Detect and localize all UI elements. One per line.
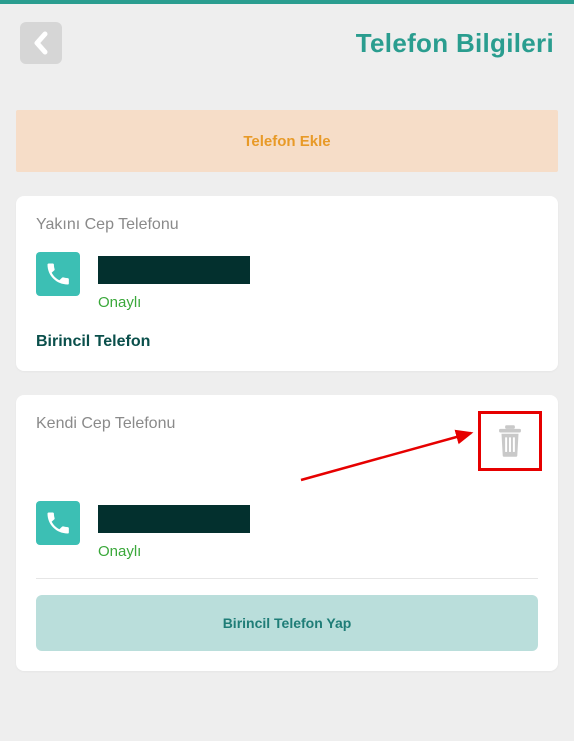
chevron-left-icon	[32, 31, 50, 55]
phone-number-redacted	[98, 256, 250, 284]
phone-info: Onaylı	[98, 252, 250, 311]
trash-icon	[495, 424, 525, 458]
back-button[interactable]	[20, 22, 62, 64]
make-primary-button[interactable]: Birincil Telefon Yap	[36, 595, 538, 651]
phone-icon	[36, 252, 80, 296]
add-phone-label: Telefon Ekle	[243, 133, 330, 150]
status-badge: Onaylı	[98, 294, 250, 311]
page-title: Telefon Bilgileri	[356, 28, 554, 59]
card-header-row: Kendi Cep Telefonu	[36, 415, 538, 471]
header: Telefon Bilgileri	[0, 4, 574, 82]
phone-number-redacted	[98, 505, 250, 533]
phone-card-own: Kendi Cep Telefonu	[16, 395, 558, 671]
phone-row: Onaylı	[36, 252, 538, 311]
card-title: Kendi Cep Telefonu	[36, 415, 175, 433]
make-primary-label: Birincil Telefon Yap	[223, 615, 352, 631]
phone-icon	[36, 501, 80, 545]
add-phone-button[interactable]: Telefon Ekle	[16, 110, 558, 172]
delete-phone-button[interactable]	[478, 411, 542, 471]
card-title: Yakını Cep Telefonu	[36, 216, 538, 234]
divider	[36, 578, 538, 579]
primary-phone-label: Birincil Telefon	[36, 333, 538, 351]
phone-row: Onaylı	[36, 501, 538, 560]
phone-card-relative: Yakını Cep Telefonu Onaylı Birincil Tele…	[16, 196, 558, 371]
phone-info: Onaylı	[98, 501, 250, 560]
status-badge: Onaylı	[98, 543, 250, 560]
